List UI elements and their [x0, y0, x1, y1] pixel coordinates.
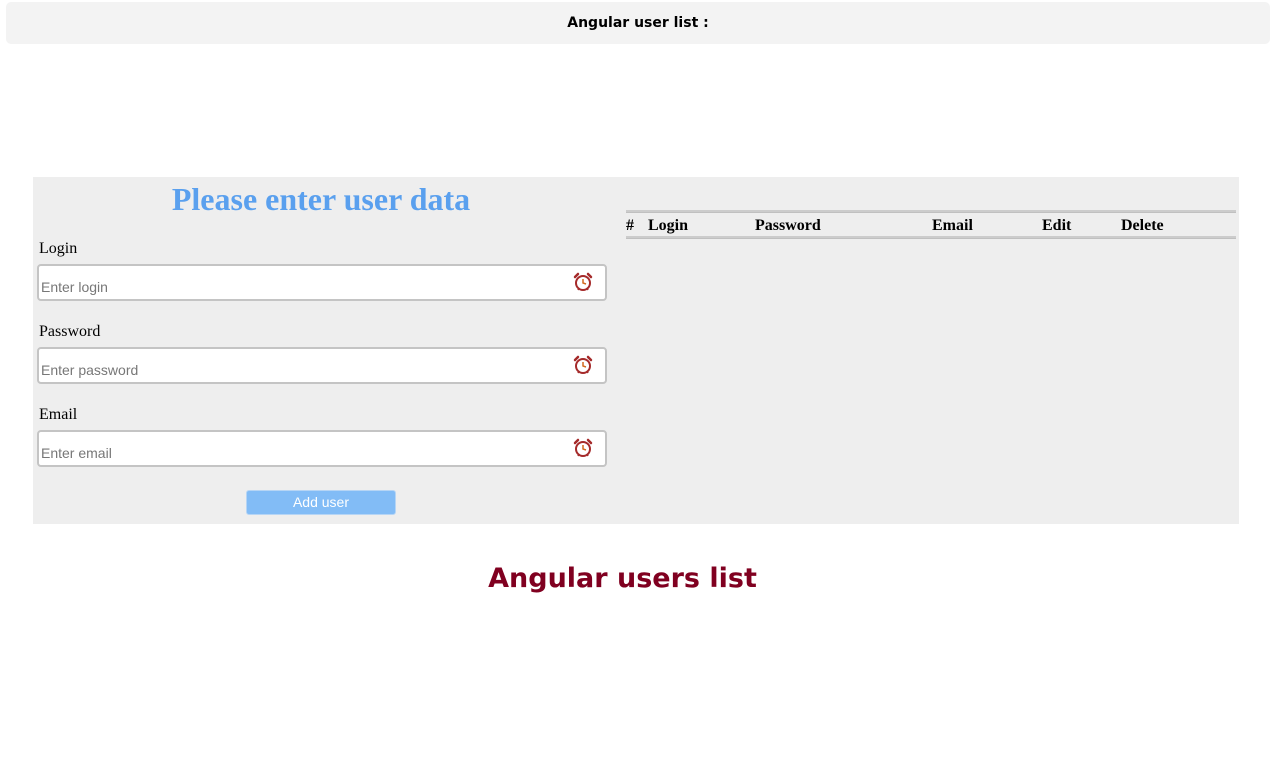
password-input[interactable] [41, 361, 561, 379]
login-input[interactable] [41, 278, 561, 296]
column-header-delete: Delete [1121, 217, 1164, 234]
user-form-panel: Please enter user data Login Password Em… [33, 177, 1239, 524]
alarm-clock-icon [573, 438, 593, 457]
table-header-row: # Login Password Email Edit Delete [626, 214, 1236, 236]
email-label: Email [39, 406, 78, 423]
table-header-border [626, 236, 1236, 239]
email-field[interactable] [37, 430, 607, 467]
password-field[interactable] [37, 347, 607, 384]
column-header-edit: Edit [1042, 217, 1072, 234]
column-header-password: Password [755, 217, 821, 234]
add-user-button[interactable]: Add user [246, 490, 396, 515]
column-header-number: # [626, 217, 634, 234]
header-title: Angular user list : [567, 15, 709, 31]
login-field[interactable] [37, 264, 607, 301]
email-input[interactable] [41, 444, 561, 462]
alarm-clock-icon [573, 355, 593, 374]
login-label: Login [39, 240, 78, 257]
alarm-clock-icon [573, 272, 593, 291]
column-header-email: Email [932, 217, 973, 234]
password-label: Password [39, 323, 101, 340]
form-title: Please enter user data [171, 181, 471, 217]
table-top-border [626, 210, 1236, 213]
column-header-login: Login [648, 217, 689, 234]
top-header-bar: Angular user list : [6, 2, 1270, 44]
page-title: Angular users list [488, 563, 757, 594]
users-table: # Login Password Email Edit Delete [626, 210, 1236, 240]
